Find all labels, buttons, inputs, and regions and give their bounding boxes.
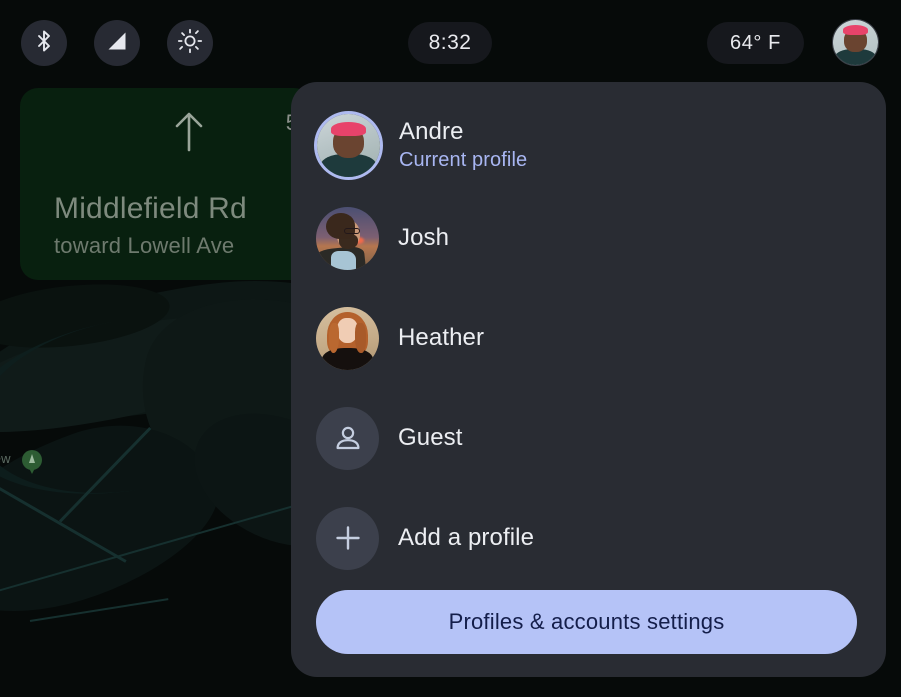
profiles-accounts-settings-button[interactable]: Profiles & accounts settings xyxy=(316,590,857,654)
profile-avatar-button[interactable] xyxy=(832,19,879,66)
profile-item-guest[interactable]: Guest xyxy=(316,400,861,476)
person-icon xyxy=(316,406,379,470)
avatar xyxy=(316,206,379,270)
profile-name: Andre xyxy=(399,118,464,146)
status-bar: 8:32 64° F xyxy=(0,0,901,86)
profile-subtitle: Current profile xyxy=(399,148,528,171)
clock-text: 8:32 xyxy=(428,31,472,54)
navigation-card[interactable]: 5 Middlefield Rd toward Lowell Ave xyxy=(20,88,312,280)
map-place-label: View xyxy=(0,451,11,466)
bluetooth-button[interactable] xyxy=(21,20,67,66)
straight-arrow-icon xyxy=(170,108,208,152)
clock-display[interactable]: 8:32 xyxy=(408,22,492,64)
bluetooth-icon xyxy=(33,29,55,58)
temperature-display[interactable]: 64° F xyxy=(707,22,804,64)
profile-name: Josh xyxy=(398,224,450,252)
signal-strength-icon xyxy=(105,29,129,58)
car-head-unit-screen: View 5 Middlefield Rd toward Lowell Ave xyxy=(0,0,901,697)
temperature-text: 64° F xyxy=(729,31,782,54)
profile-item-andre[interactable]: Andre Current profile xyxy=(316,107,861,183)
avatar xyxy=(316,306,379,370)
navigation-toward-text: toward Lowell Ave xyxy=(54,233,235,258)
settings-button-label: Profiles & accounts settings xyxy=(448,609,725,634)
profile-switcher-panel: Andre Current profile Josh Heather Guest… xyxy=(291,82,886,677)
profile-name: Heather xyxy=(398,324,485,352)
profile-name: Guest xyxy=(398,424,463,452)
add-profile-label: Add a profile xyxy=(398,524,535,552)
plus-icon xyxy=(316,506,379,570)
profile-item-josh[interactable]: Josh xyxy=(316,200,861,276)
park-pin-icon[interactable] xyxy=(22,450,42,476)
profile-item-heather[interactable]: Heather xyxy=(316,300,861,376)
brightness-icon xyxy=(177,28,203,59)
signal-strength-button[interactable] xyxy=(94,20,140,66)
brightness-button[interactable] xyxy=(167,20,213,66)
avatar xyxy=(317,113,380,177)
add-profile-item[interactable]: Add a profile xyxy=(316,500,861,576)
navigation-street-name: Middlefield Rd xyxy=(54,192,247,225)
